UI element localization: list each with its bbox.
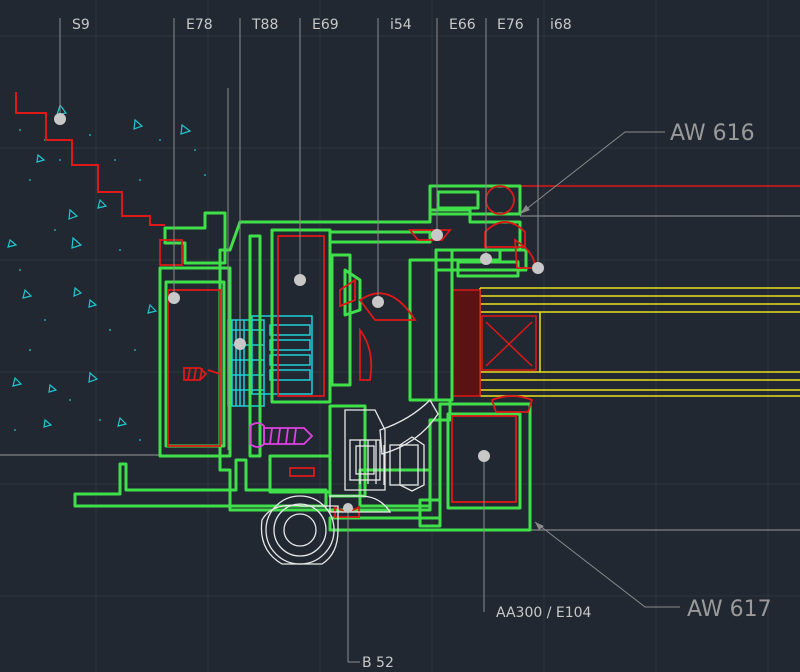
marker-e76 <box>480 253 492 265</box>
label-s9: S9 <box>72 17 90 33</box>
glass-edge-seal <box>451 289 481 397</box>
leader-lines <box>59 18 680 663</box>
marker-e69 <box>294 274 306 286</box>
marker-e66 <box>431 229 443 241</box>
hardware-part <box>260 398 439 565</box>
glazing-spacer <box>480 185 800 371</box>
label-e66: E66 <box>449 17 476 33</box>
wall-hatch <box>7 103 192 428</box>
marker-e78 <box>168 292 180 304</box>
label-b52: B 52 <box>362 655 394 671</box>
label-aw617: AW 617 <box>687 597 772 622</box>
label-aa300: AA300 / E104 <box>496 605 592 621</box>
label-e78: E78 <box>186 17 213 33</box>
marker-t88 <box>234 338 246 350</box>
label-aw616: AW 616 <box>670 121 755 146</box>
marker-i68 <box>532 262 544 274</box>
marker-s9 <box>54 113 66 125</box>
label-i68: i68 <box>550 17 572 33</box>
thermal-break <box>227 315 313 407</box>
label-t88: T88 <box>251 17 278 33</box>
drawing-svg: S9 E78 T88 E69 i54 E66 E76 i68 AW 616 AW… <box>0 0 800 672</box>
background-grid <box>0 0 800 672</box>
marker-b52 <box>343 503 353 513</box>
label-e69: E69 <box>312 17 339 33</box>
wall-speckle <box>14 129 206 441</box>
wall-edge <box>15 92 165 226</box>
label-i54: i54 <box>390 17 412 33</box>
glazing-unit <box>479 287 800 397</box>
marker-aa300 <box>478 450 490 462</box>
cad-drawing: S9 E78 T88 E69 i54 E66 E76 i68 AW 616 AW… <box>0 0 800 672</box>
label-e76: E76 <box>497 17 524 33</box>
marker-i54 <box>372 296 384 308</box>
